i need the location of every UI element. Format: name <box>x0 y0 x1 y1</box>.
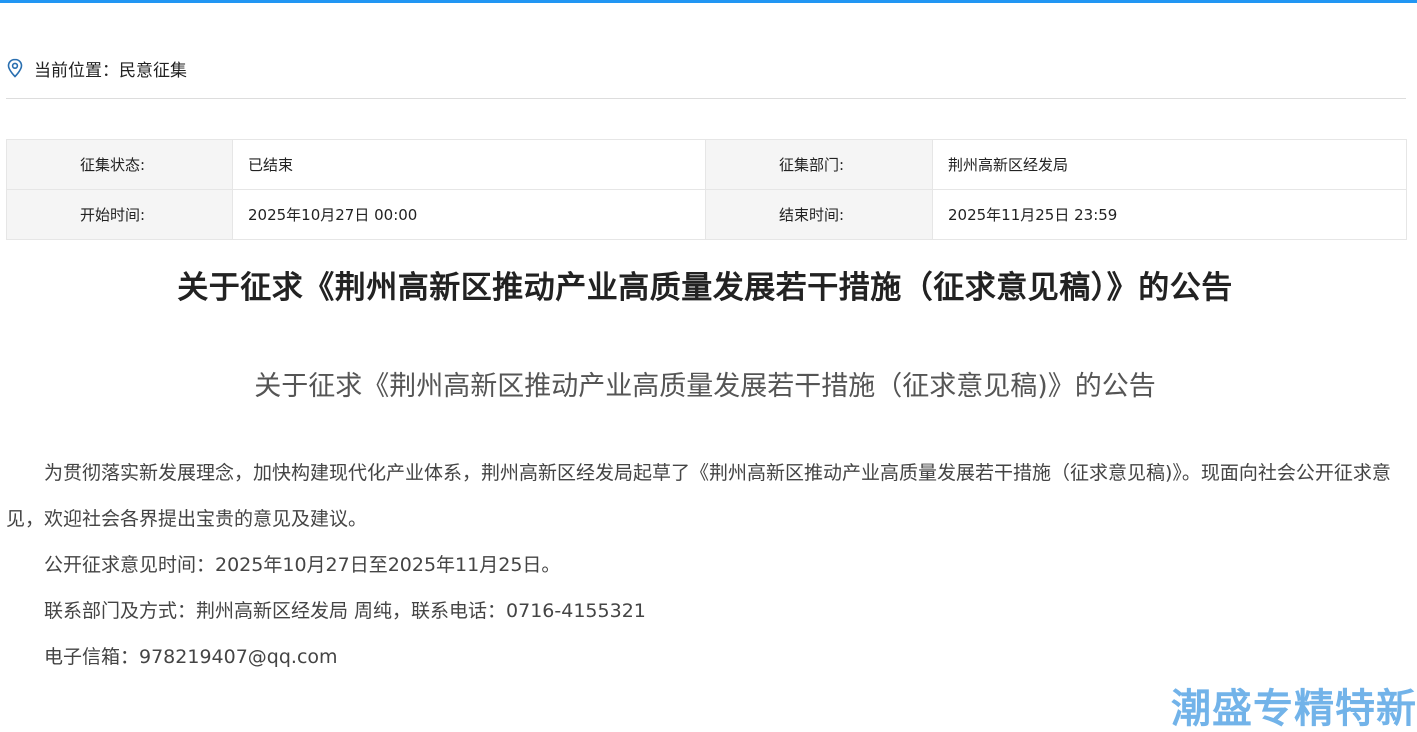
article-body: 为贯彻落实新发展理念，加快构建现代化产业体系，荆州高新区经发局起草了《荆州高新区… <box>6 450 1408 680</box>
table-row: 开始时间: 2025年10月27日 00:00 结束时间: 2025年11月25… <box>6 189 1407 240</box>
department-label: 征集部门: <box>705 139 933 190</box>
start-time-label: 开始时间: <box>6 189 233 240</box>
end-time-label: 结束时间: <box>705 189 933 240</box>
status-label: 征集状态: <box>6 139 233 190</box>
info-table: 征集状态: 已结束 征集部门: 荆州高新区经发局 开始时间: 2025年10月2… <box>6 139 1407 240</box>
watermark-logo: 潮盛专精特新 <box>1171 686 1417 732</box>
breadcrumb-divider <box>6 98 1406 99</box>
article-paragraph: 为贯彻落实新发展理念，加快构建现代化产业体系，荆州高新区经发局起草了《荆州高新区… <box>6 462 1391 530</box>
table-row: 征集状态: 已结束 征集部门: 荆州高新区经发局 <box>6 139 1407 190</box>
page-title: 关于征求《荆州高新区推动产业高质量发展若干措施（征求意见稿）》的公告 <box>177 270 1233 306</box>
breadcrumb-text: 当前位置：民意征集 <box>34 60 187 81</box>
start-time-value: 2025年10月27日 00:00 <box>232 189 706 240</box>
department-value: 荆州高新区经发局 <box>932 139 1407 190</box>
end-time-value: 2025年11月25日 23:59 <box>932 189 1407 240</box>
article-subtitle: 关于征求《荆州高新区推动产业高质量发展若干措施（征求意见稿)》的公告 <box>254 371 1156 402</box>
status-value: 已结束 <box>232 139 706 190</box>
article-paragraph: 电子信箱：978219407@qq.com <box>44 646 338 668</box>
article-paragraph: 公开征求意见时间：2025年10月27日至2025年11月25日。 <box>44 554 561 576</box>
article-paragraph: 联系部门及方式：荆州高新区经发局 周纯，联系电话：0716-4155321 <box>44 600 646 622</box>
breadcrumb: 当前位置：民意征集 <box>6 50 1406 86</box>
top-accent-bar <box>0 0 1417 3</box>
location-pin-icon <box>7 58 23 78</box>
